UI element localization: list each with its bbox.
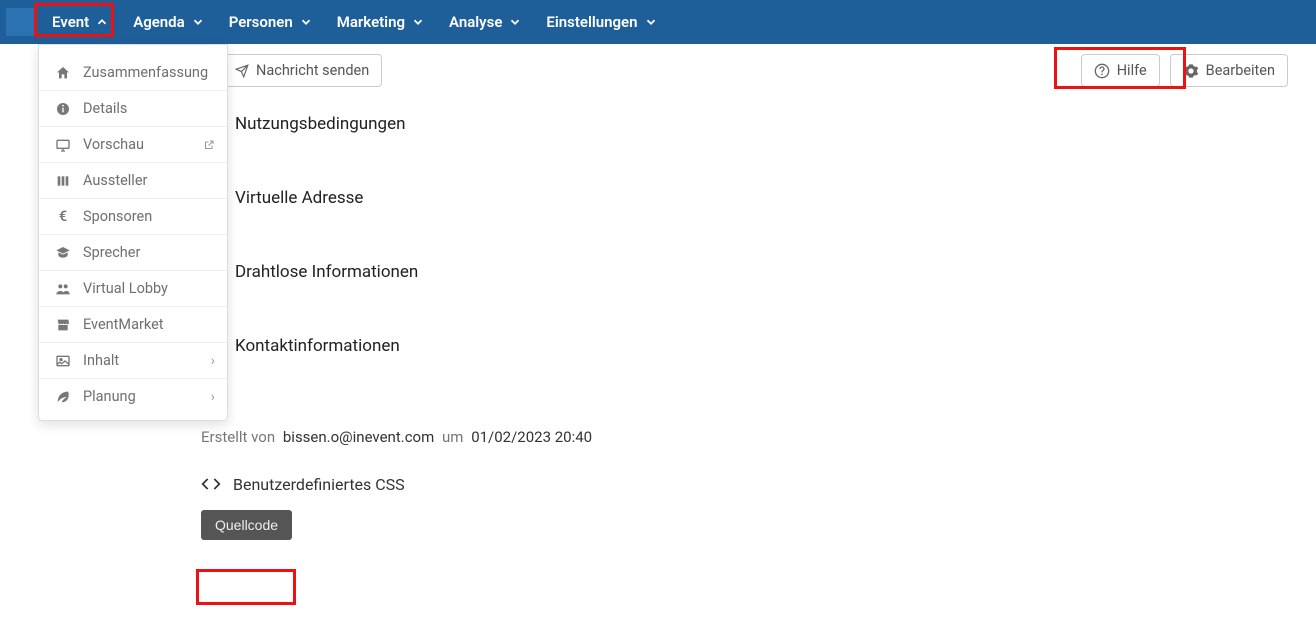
nav-event-label: Event bbox=[52, 13, 89, 31]
dd-label: Inhalt bbox=[83, 352, 119, 369]
section-contact: Kontaktinformationen bbox=[195, 336, 1288, 356]
external-link-icon bbox=[203, 139, 215, 151]
code-icon bbox=[201, 474, 221, 494]
chevron-down-icon bbox=[508, 15, 522, 29]
dd-vorschau[interactable]: Vorschau bbox=[39, 127, 227, 163]
nav-personen[interactable]: Personen bbox=[217, 3, 325, 41]
chevron-up-icon bbox=[95, 15, 109, 29]
created-date: 01/02/2023 20:40 bbox=[471, 428, 592, 446]
chevron-down-icon bbox=[299, 15, 313, 29]
monitor-icon bbox=[53, 137, 73, 153]
nav-agenda[interactable]: Agenda bbox=[121, 3, 217, 41]
nav-agenda-label: Agenda bbox=[133, 13, 185, 31]
chevron-down-icon bbox=[644, 15, 658, 29]
nav-einstellungen-label: Einstellungen bbox=[546, 13, 637, 31]
dd-label: Details bbox=[83, 100, 127, 117]
chevron-down-icon bbox=[191, 15, 205, 29]
dd-eventmarket[interactable]: EventMarket bbox=[39, 307, 227, 343]
dd-details[interactable]: Details bbox=[39, 91, 227, 127]
created-mid: um bbox=[442, 428, 463, 446]
nav-marketing-label: Marketing bbox=[337, 13, 405, 31]
dd-label: EventMarket bbox=[83, 316, 164, 333]
leaf-icon bbox=[53, 389, 73, 405]
users-icon bbox=[53, 281, 73, 297]
dd-label: Virtual Lobby bbox=[83, 280, 168, 297]
dd-virtual-lobby[interactable]: Virtual Lobby bbox=[39, 271, 227, 307]
chevron-down-icon bbox=[411, 15, 425, 29]
section-terms: Nutzungsbedingungen bbox=[195, 114, 1288, 134]
dd-label: Sponsoren bbox=[83, 208, 152, 225]
chevron-right-icon: › bbox=[211, 353, 215, 369]
dd-label: Sprecher bbox=[83, 244, 140, 261]
nav-logo-block[interactable] bbox=[6, 8, 34, 36]
info-icon bbox=[53, 101, 73, 117]
columns-icon bbox=[53, 173, 73, 189]
top-navbar: Event Agenda Personen Marketing Analyse … bbox=[0, 0, 1316, 44]
dd-sponsoren[interactable]: € Sponsoren bbox=[39, 199, 227, 235]
dd-label: Zusammenfassung bbox=[83, 64, 208, 81]
dd-sprecher[interactable]: Sprecher bbox=[39, 235, 227, 271]
created-prefix: Erstellt von bbox=[201, 428, 275, 446]
dd-zusammenfassung[interactable]: Zusammenfassung bbox=[39, 55, 227, 91]
section-virtual: Virtuelle Adresse bbox=[195, 188, 1288, 208]
custom-css-heading: Benutzerdefiniertes CSS bbox=[195, 474, 1288, 494]
nav-analyse-label: Analyse bbox=[449, 13, 502, 31]
source-label: Quellcode bbox=[215, 517, 278, 533]
event-dropdown: Zusammenfassung Details Vorschau Ausstel… bbox=[38, 44, 228, 421]
created-email: bissen.o@inevent.com bbox=[283, 428, 434, 446]
home-icon bbox=[53, 65, 73, 81]
nav-einstellungen[interactable]: Einstellungen bbox=[534, 3, 669, 41]
main-content: Nutzungsbedingungen Virtuelle Adresse Dr… bbox=[195, 44, 1288, 618]
image-icon bbox=[53, 353, 73, 369]
dd-inhalt[interactable]: Inhalt › bbox=[39, 343, 227, 379]
dd-label: Aussteller bbox=[83, 172, 147, 189]
created-by-line: Erstellt von bissen.o@inevent.com um 01/… bbox=[195, 428, 1288, 446]
nav-marketing[interactable]: Marketing bbox=[325, 3, 437, 41]
chevron-right-icon: › bbox=[211, 389, 215, 405]
store-icon bbox=[53, 317, 73, 333]
css-label: Benutzerdefiniertes CSS bbox=[233, 475, 405, 494]
euro-icon: € bbox=[53, 208, 73, 225]
dd-label: Vorschau bbox=[83, 136, 144, 153]
dd-aussteller[interactable]: Aussteller bbox=[39, 163, 227, 199]
nav-personen-label: Personen bbox=[229, 13, 293, 31]
dd-planung[interactable]: Planung › bbox=[39, 379, 227, 414]
nav-event[interactable]: Event bbox=[40, 3, 121, 41]
nav-analyse[interactable]: Analyse bbox=[437, 3, 534, 41]
section-wireless: Drahtlose Informationen bbox=[195, 262, 1288, 282]
contact-empty: ( ) bbox=[195, 366, 1288, 382]
graduation-icon bbox=[53, 245, 73, 261]
dd-label: Planung bbox=[83, 388, 136, 405]
source-code-button[interactable]: Quellcode bbox=[201, 510, 292, 540]
